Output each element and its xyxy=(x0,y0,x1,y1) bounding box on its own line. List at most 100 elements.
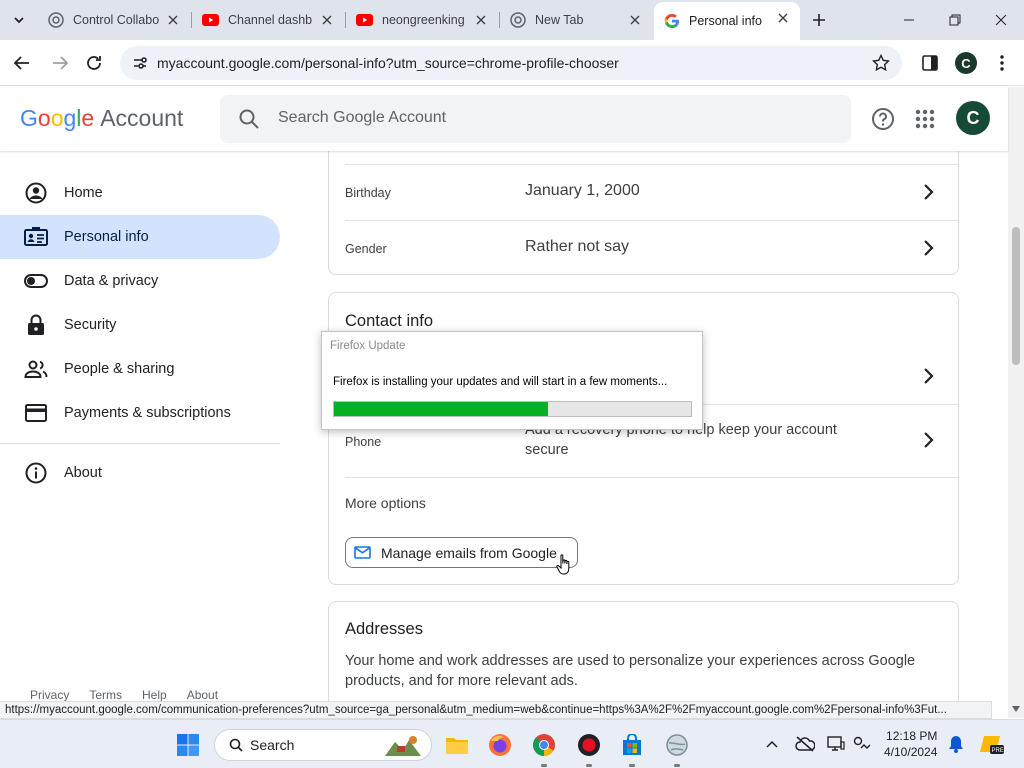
record-icon xyxy=(578,734,600,756)
restore-button[interactable] xyxy=(942,7,968,33)
taskbar-search-box[interactable]: Search xyxy=(214,729,432,761)
tab-channel-dashboard[interactable]: Channel dashb xyxy=(192,4,344,36)
running-indicator xyxy=(541,764,547,767)
footer-link-privacy[interactable]: Privacy xyxy=(30,688,69,702)
network-sound-icon[interactable] xyxy=(853,736,871,752)
minimize-button[interactable] xyxy=(896,7,922,33)
dialog-message: Firefox is installing your updates and w… xyxy=(333,376,668,388)
footer-link-about[interactable]: About xyxy=(187,688,218,702)
tab-title: neongreenking xyxy=(382,13,465,27)
sidebar-item-people-sharing[interactable]: People & sharing xyxy=(0,347,280,391)
dialog-title: Firefox Update xyxy=(330,340,406,352)
chevron-right-icon xyxy=(924,368,934,384)
phone-label: Phone xyxy=(345,435,382,449)
browser-menu-button[interactable] xyxy=(990,51,1014,75)
sidebar-item-data-privacy[interactable]: Data & privacy xyxy=(0,259,280,303)
account-avatar[interactable]: C xyxy=(956,101,990,135)
sidebar-item-about[interactable]: About xyxy=(0,451,280,495)
account-wordmark: Account xyxy=(100,105,184,131)
taskbar-store[interactable] xyxy=(619,732,645,758)
footer-link-help[interactable]: Help xyxy=(142,688,167,702)
arrow-left-icon xyxy=(13,56,29,70)
help-icon[interactable] xyxy=(871,107,895,131)
manage-emails-label: Manage emails from Google xyxy=(381,544,557,561)
search-icon xyxy=(229,738,243,752)
tab-neongreenking[interactable]: neongreenking xyxy=(346,4,498,36)
close-tab-icon[interactable] xyxy=(628,13,642,27)
birthday-row[interactable]: Birthday January 1, 2000 xyxy=(329,165,958,220)
scrollbar-thumb[interactable] xyxy=(1012,227,1020,365)
taskbar-chrome[interactable] xyxy=(531,732,557,758)
chrome-icon xyxy=(510,12,526,28)
taskbar-app[interactable] xyxy=(664,732,690,758)
folder-icon xyxy=(446,738,468,754)
link-status-bar: https://myaccount.google.com/communicati… xyxy=(0,701,992,719)
new-tab-button[interactable] xyxy=(808,9,830,31)
tab-personal-info[interactable]: Personal info xyxy=(654,2,800,40)
system-clock[interactable]: 12:18 PM 4/10/2024 xyxy=(884,728,937,760)
reload-button[interactable] xyxy=(82,51,106,75)
onedrive-offline-icon[interactable] xyxy=(795,736,815,752)
copilot-pre-icon[interactable]: PRE xyxy=(980,732,1004,756)
chrome-icon xyxy=(533,734,555,756)
address-bar[interactable]: myaccount.google.com/personal-info?utm_s… xyxy=(120,46,902,80)
close-icon xyxy=(995,14,1007,26)
sidebar-item-home[interactable]: Home xyxy=(0,171,280,215)
profile-avatar[interactable]: C xyxy=(955,52,977,74)
taskbar-recorder[interactable] xyxy=(576,732,602,758)
account-search-box[interactable]: Search Google Account xyxy=(220,95,851,143)
browser-toolbar: myaccount.google.com/personal-info?utm_s… xyxy=(0,40,1024,86)
tab-search-button[interactable] xyxy=(6,7,32,33)
page-scrollbar[interactable] xyxy=(1008,87,1024,718)
notification-bell-icon[interactable] xyxy=(948,735,964,753)
search-highlight-icon xyxy=(385,736,421,756)
site-info-icon[interactable] xyxy=(128,51,152,75)
gender-label: Gender xyxy=(345,242,387,256)
arrow-right-icon xyxy=(53,56,69,70)
back-button[interactable] xyxy=(10,51,34,75)
id-card-icon xyxy=(24,227,48,246)
footer-link-terms[interactable]: Terms xyxy=(89,688,122,702)
minimize-icon xyxy=(904,19,914,21)
bookmark-star-icon[interactable] xyxy=(872,54,890,72)
close-tab-icon[interactable] xyxy=(166,13,180,27)
logo-letter: G xyxy=(20,105,38,131)
tab-new-tab[interactable]: New Tab xyxy=(500,4,652,36)
clock-date: 4/10/2024 xyxy=(884,745,938,759)
apps-grid-icon[interactable] xyxy=(915,109,935,129)
side-panel-button[interactable] xyxy=(918,51,942,75)
running-indicator xyxy=(674,764,680,767)
chevron-up-icon[interactable] xyxy=(766,740,778,748)
sidebar-nav: Home Personal info Data & privacy Securi… xyxy=(0,151,300,701)
windows-start-icon[interactable] xyxy=(176,733,200,757)
manage-emails-button[interactable]: Manage emails from Google xyxy=(345,537,578,568)
tab-control-collabo[interactable]: Control Collabo xyxy=(38,4,190,36)
sidebar-item-payments[interactable]: Payments & subscriptions xyxy=(0,391,280,435)
firefox-update-dialog[interactable]: Firefox Update Firefox is installing you… xyxy=(321,331,703,430)
restore-icon xyxy=(949,14,961,26)
lock-icon xyxy=(28,314,44,335)
more-options-label: More options xyxy=(345,495,426,511)
forward-button[interactable] xyxy=(48,51,72,75)
display-icon[interactable] xyxy=(827,736,845,752)
close-tab-icon[interactable] xyxy=(474,13,488,27)
gender-row[interactable]: Gender Rather not say xyxy=(329,221,958,276)
close-tab-icon[interactable] xyxy=(776,11,790,25)
sidebar-item-personal-info[interactable]: Personal info xyxy=(0,215,280,259)
account-header: Google Account Search Google Account C xyxy=(0,87,1008,151)
sidebar-item-label: Security xyxy=(64,317,117,333)
logo-letter: o xyxy=(37,105,51,131)
taskbar-firefox[interactable] xyxy=(487,732,513,758)
store-icon xyxy=(623,734,641,755)
close-window-button[interactable] xyxy=(988,7,1014,33)
taskbar-file-explorer[interactable] xyxy=(444,732,470,758)
birthday-value: January 1, 2000 xyxy=(525,182,640,199)
sidebar-divider xyxy=(0,443,280,444)
update-progress-fill xyxy=(334,402,549,416)
addresses-title: Addresses xyxy=(345,620,423,638)
google-account-logo[interactable]: Google Account xyxy=(20,105,183,132)
scroll-down-icon[interactable] xyxy=(1012,706,1020,712)
sidebar-item-security[interactable]: Security xyxy=(0,303,280,347)
close-tab-icon[interactable] xyxy=(320,13,334,27)
logo-letter: e xyxy=(81,105,95,131)
